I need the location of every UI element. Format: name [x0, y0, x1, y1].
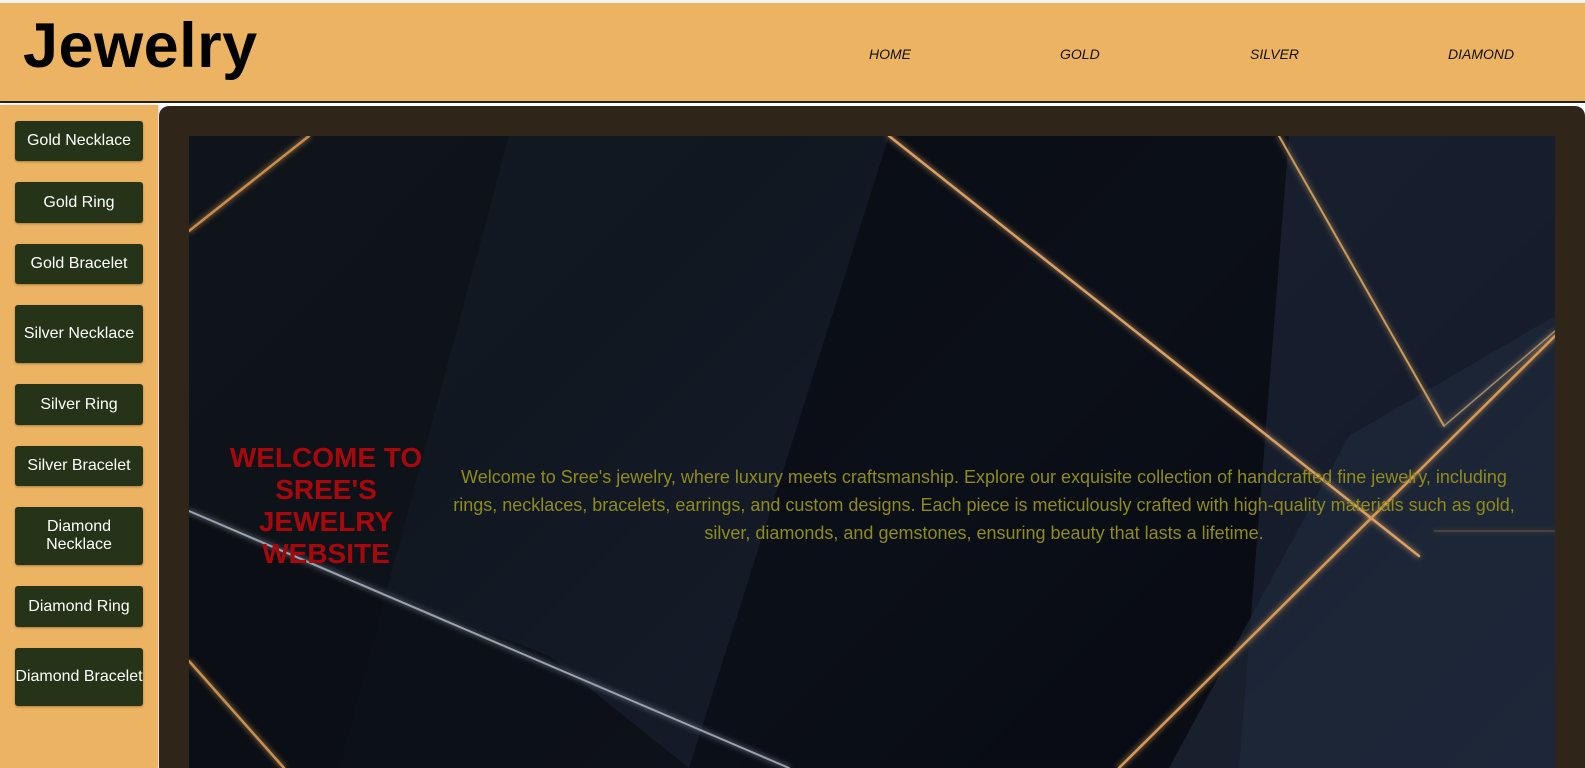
hero-banner: WELCOME TO SREE'S JEWELRY WEBSITE Welcom…	[189, 136, 1555, 768]
sidebar-button-gold-bracelet[interactable]: Gold Bracelet	[15, 244, 143, 284]
sidebar-button-gold-necklace[interactable]: Gold Necklace	[15, 121, 143, 161]
sidebar-button-diamond-bracelet[interactable]: Diamond Bracelet	[15, 648, 143, 706]
intro-paragraph: Welcome to Sree's jewelry, where luxury …	[453, 467, 1515, 543]
nav-link-silver[interactable]: SILVER	[1250, 46, 1299, 62]
nav-link-home[interactable]: HOME	[869, 46, 911, 62]
welcome-heading: WELCOME TO SREE'S JEWELRY WEBSITE	[229, 442, 423, 569]
site-logo: Jewelry	[23, 11, 258, 81]
site-header: Jewelry HOME GOLD SILVER DIAMOND	[0, 3, 1585, 103]
sidebar-button-silver-necklace[interactable]: Silver Necklace	[15, 305, 143, 363]
nav-link-gold[interactable]: GOLD	[1060, 46, 1100, 62]
sidebar-button-gold-ring[interactable]: Gold Ring	[15, 182, 143, 223]
sidebar-button-silver-bracelet[interactable]: Silver Bracelet	[15, 446, 143, 486]
nav-link-diamond[interactable]: DIAMOND	[1448, 46, 1514, 62]
sidebar-button-diamond-necklace[interactable]: Diamond Necklace	[15, 507, 143, 565]
sidebar-button-silver-ring[interactable]: Silver Ring	[15, 384, 143, 425]
sidebar-button-diamond-ring[interactable]: Diamond Ring	[15, 586, 143, 627]
sidebar: Gold Necklace Gold Ring Gold Bracelet Si…	[0, 105, 158, 768]
